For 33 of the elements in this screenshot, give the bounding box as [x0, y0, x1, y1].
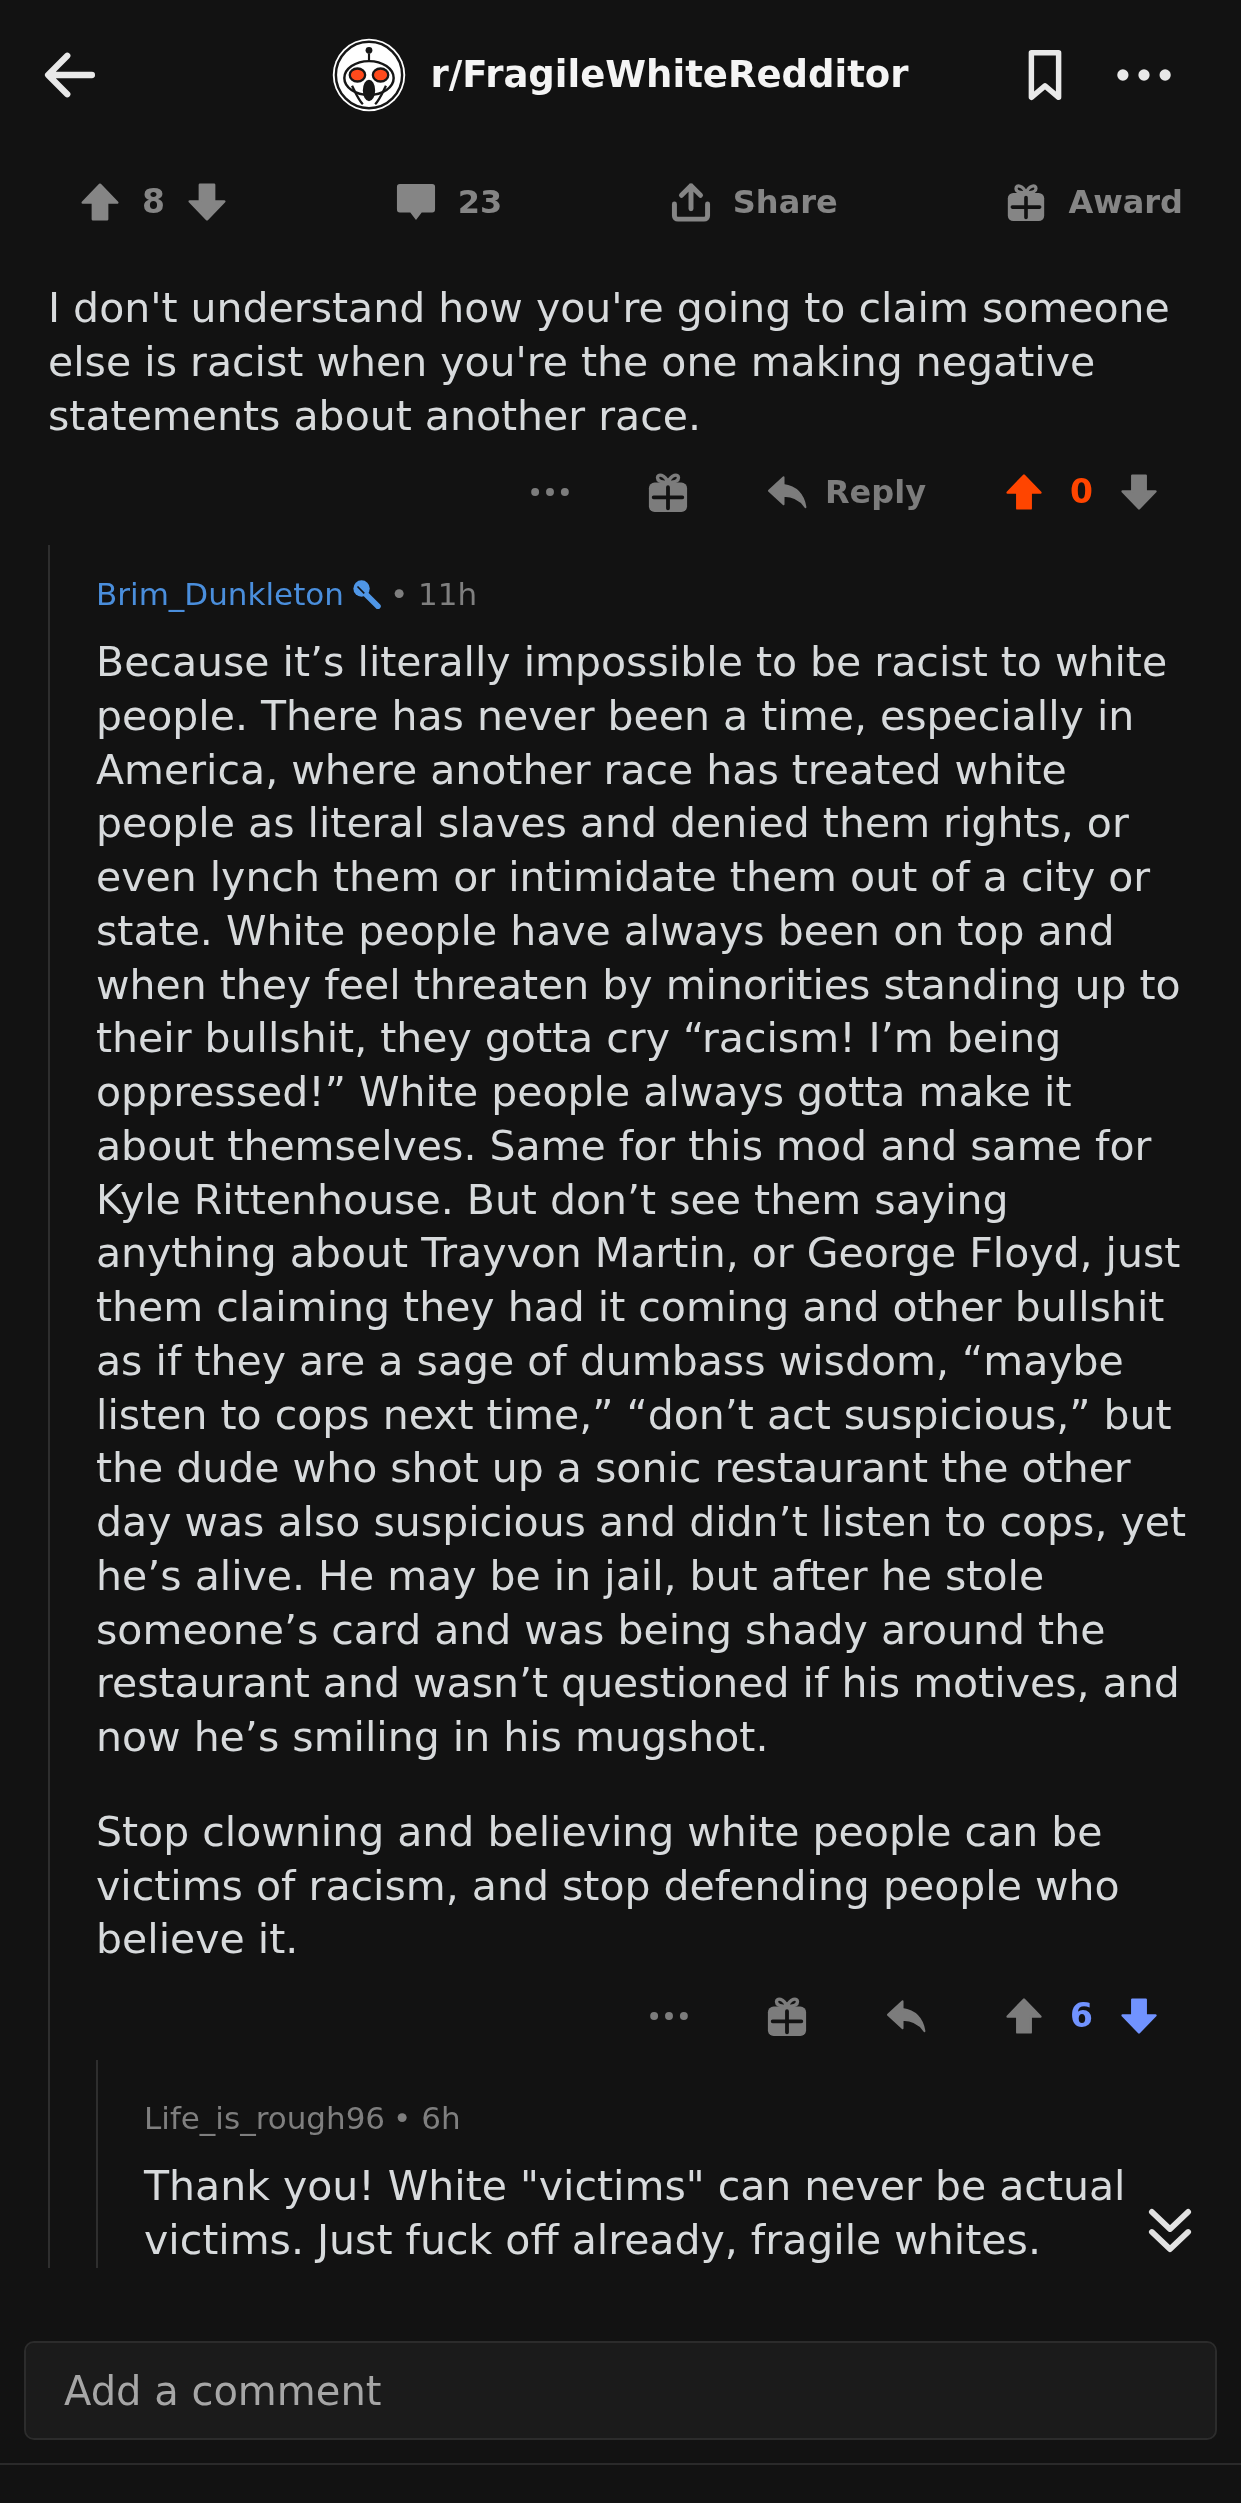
- upvote-icon[interactable]: [1004, 473, 1045, 511]
- share-button[interactable]: Share: [670, 182, 838, 222]
- downvote-icon[interactable]: [1119, 1997, 1159, 2035]
- downvote-icon[interactable]: [1119, 473, 1159, 511]
- downvote-icon[interactable]: [186, 182, 227, 222]
- comments-button[interactable]: 23: [395, 182, 503, 222]
- comment-text: Because it’s literally impossible to be racist to white people. There has never been a time, especially in America, where another race has treated white people as literal slaves and denied them rights, or even lynch them or intimidate them out of a city or state. White people have always been on top and when they feel threaten by minorities standing up to their bullshit, they gotta cry “racism! I’m being oppressed!” White people always gotta make it about themselves. Same for this mod and same for Kyle Rittenhouse. But don’t see them saying anything about Trayvon Martin, or George Floyd, just them claiming they had it coming and other bullshit as if they are a sage of dumbass wisdom, “maybe listen to cops next time,” “don’t act suspicious,” but the dude who shot up a sonic restaurant the other day was also suspicious and didn’t listen to cops, yet he’s alive. He may be in jail, but after he stole someone’s card and was being shady around the restaurant and wasn’t questioned if his motives, and now he’s smiling in his mugshot.: [96, 637, 1188, 1763]
- community-name[interactable]: r/FragileWhiteRedditor: [430, 47, 909, 103]
- comment-text: Thank you! White "victims" can never be actual victims. Just fuck off already, fragile whites.: [144, 2161, 1127, 2266]
- comment-age: • 11h: [389, 574, 478, 614]
- vote-count: 8: [142, 181, 165, 224]
- community-avatar-icon[interactable]: [332, 38, 407, 112]
- comment-field[interactable]: Add a comment: [24, 2341, 1217, 2440]
- vote-count: 0: [1070, 471, 1093, 514]
- comment-age: • 6h: [393, 2098, 461, 2138]
- award-button[interactable]: Award: [1006, 182, 1183, 222]
- reply-button[interactable]: Reply: [766, 473, 927, 511]
- scroll-down-icon[interactable]: [1148, 2207, 1192, 2255]
- username[interactable]: Life_is_rough96: [144, 2094, 386, 2142]
- comment-icon: [395, 182, 436, 222]
- username[interactable]: Brim_Dunkleton: [96, 570, 344, 618]
- gift-icon[interactable]: [766, 1995, 809, 2037]
- comment-text: I don't understand how you're going to claim someone else is racist when you're the one making negative statements about another race.: [48, 283, 1171, 442]
- gift-icon: [1006, 182, 1047, 222]
- comment-text: Stop clowning and believing white people can be victims of racism, and stop defending people who believe it.: [96, 1806, 1121, 1966]
- vote-count: 6: [1070, 1995, 1093, 2038]
- upvote-icon[interactable]: [1004, 1997, 1045, 2035]
- share-icon: [670, 182, 711, 222]
- gift-icon[interactable]: [646, 471, 689, 513]
- reply-arrow-icon[interactable]: [886, 1997, 927, 2035]
- upvote-icon[interactable]: [80, 182, 120, 222]
- reply-arrow-icon: [766, 473, 807, 511]
- more-options-icon[interactable]: [1117, 68, 1171, 82]
